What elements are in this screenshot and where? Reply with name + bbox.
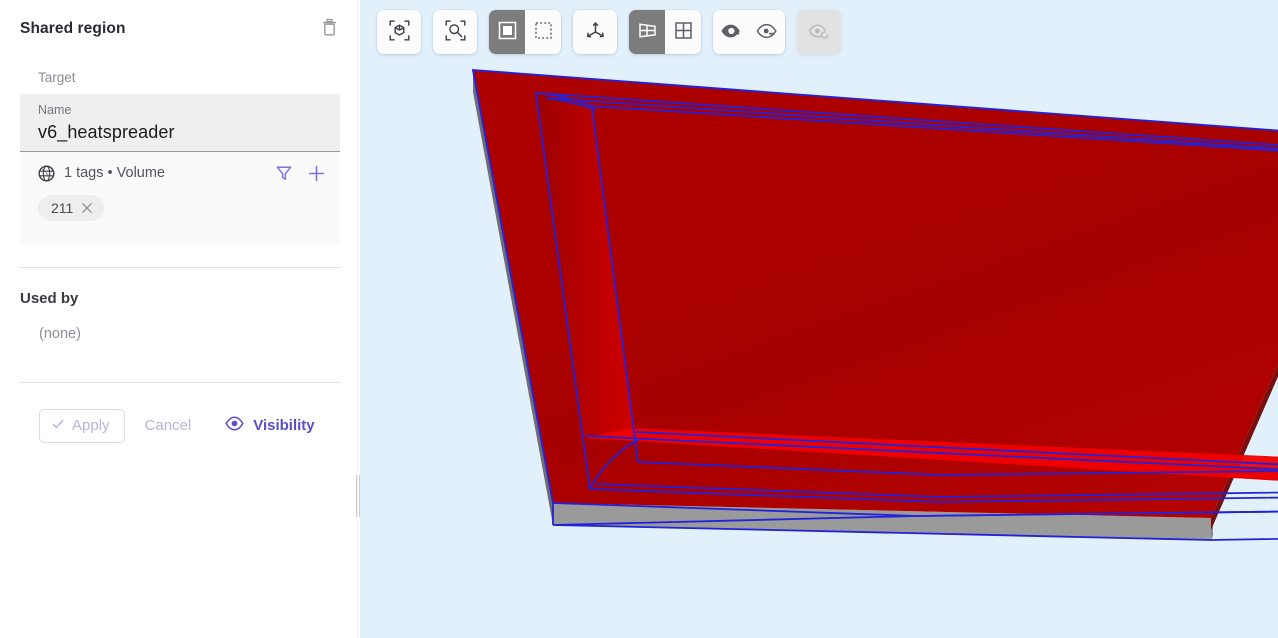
perspective-grid-icon	[637, 20, 658, 44]
tag-chip-label: 211	[51, 199, 74, 216]
dashed-square-icon	[533, 20, 554, 44]
tag-summary-bar: 1 tags • Volume	[20, 151, 340, 193]
toolbar-group-fit	[377, 10, 421, 54]
heatspreader-3d-model[interactable]	[360, 0, 1278, 638]
plus-icon[interactable]	[307, 164, 326, 183]
used-by-heading: Used by	[20, 289, 79, 307]
visibility-button[interactable]: Visibility	[215, 409, 324, 442]
check-icon	[51, 417, 65, 435]
viewport-toolbar	[377, 10, 841, 54]
name-field[interactable]: Name v6_heatspreader	[20, 94, 340, 152]
target-form: Target Name v6_heatspreader 1 tags • Vol…	[0, 62, 360, 245]
apply-button-label: Apply	[72, 417, 110, 435]
target-field-label: Target	[38, 70, 76, 85]
coordinate-axes-icon	[585, 20, 606, 44]
shared-region-panel: Shared region Target Name v6_heatspreade…	[0, 0, 360, 638]
globe-icon	[38, 165, 55, 182]
filled-square-icon	[497, 20, 518, 44]
model-viewport[interactable]	[360, 0, 1278, 638]
toolbar-group-visibility	[713, 10, 785, 54]
used-by-value: (none)	[39, 325, 81, 342]
delete-region-button[interactable]	[316, 16, 342, 42]
hide-others-button[interactable]	[749, 10, 785, 54]
box-select-button[interactable]	[525, 10, 561, 54]
tag-chip[interactable]: 211	[38, 194, 105, 221]
perspective-view-button[interactable]	[629, 10, 665, 54]
eye-solid-icon	[720, 23, 742, 42]
panel-actions: Apply Cancel Visibility	[0, 383, 360, 443]
name-field-label: Name	[38, 103, 72, 117]
orthographic-view-button[interactable]	[665, 10, 701, 54]
page-title: Shared region	[20, 20, 126, 37]
panel-header: Shared region	[0, 0, 360, 46]
toolbar-group-reset-visibility	[797, 10, 841, 54]
ortho-grid-icon	[673, 20, 694, 44]
close-icon[interactable]	[81, 202, 93, 214]
eye-reset-icon	[808, 23, 830, 42]
magnifier-focus-icon	[445, 20, 466, 44]
axes-gizmo-button[interactable]	[573, 10, 617, 54]
toolbar-group-selection-mode	[489, 10, 561, 54]
cancel-button[interactable]: Cancel	[131, 410, 206, 441]
cancel-button-label: Cancel	[144, 417, 192, 435]
solid-select-button[interactable]	[489, 10, 525, 54]
app-root: Shared region Target Name v6_heatspreade…	[0, 0, 1278, 638]
eye-icon	[225, 416, 244, 435]
visibility-button-label: Visibility	[253, 417, 315, 435]
filter-funnel-icon[interactable]	[275, 164, 293, 182]
toolbar-group-projection	[629, 10, 701, 54]
splitter-line	[357, 0, 358, 638]
apply-button[interactable]: Apply	[39, 408, 125, 443]
cube-focus-icon	[389, 20, 410, 44]
show-all-button[interactable]	[713, 10, 749, 54]
fit-to-view-button[interactable]	[377, 10, 421, 54]
eye-outline-icon	[756, 23, 778, 42]
tag-summary-text: 1 tags • Volume	[64, 165, 165, 182]
toolbar-group-zoom	[433, 10, 477, 54]
zoom-to-selection-button[interactable]	[433, 10, 477, 54]
toolbar-group-axes	[573, 10, 617, 54]
tag-list: 211	[20, 192, 340, 245]
reset-visibility-button	[797, 10, 841, 54]
trash-icon	[321, 18, 338, 40]
name-field-value[interactable]: v6_heatspreader	[38, 122, 322, 143]
